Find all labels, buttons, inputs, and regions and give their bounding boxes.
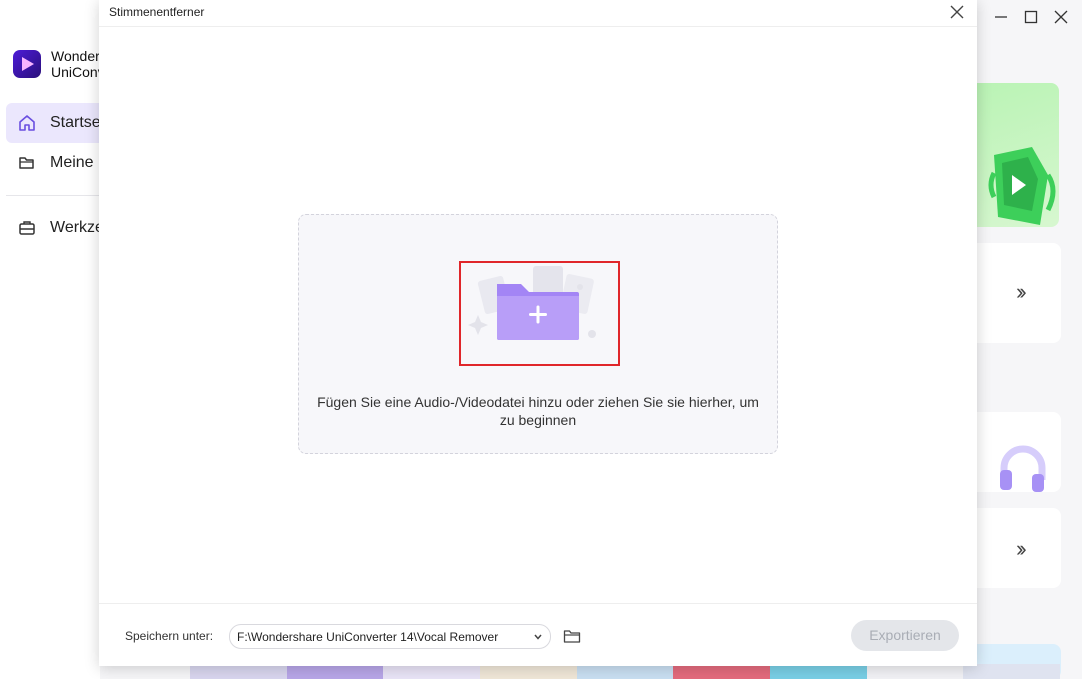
sidebar-item-label: Werkzeuge [50,219,100,236]
minimize-icon[interactable] [994,10,1008,24]
sidebar-item-label: Startseite [50,114,100,131]
sidebar-item-home[interactable]: Startseite [6,103,100,143]
home-icon [19,115,35,131]
vocal-remover-dialog: Stimmenentferner Fügen Sie eine Audio-/V… [99,0,977,666]
maximize-icon[interactable] [1024,10,1038,24]
sidebar-item-label: Meine Dateien [50,154,100,171]
sidebar-item-tools[interactable]: Werkzeuge [6,208,100,248]
dialog-footer: Speichern unter: F:\Wondershare UniConve… [99,603,977,666]
export-button[interactable]: Exportieren [851,620,959,651]
app-logo [13,50,41,78]
open-folder-icon[interactable] [563,628,581,644]
chevron-right-icon: ›› [1016,279,1026,304]
file-drop-zone[interactable]: Fügen Sie eine Audio-/Videodatei hinzu o… [298,214,778,454]
chevron-down-icon [534,634,542,640]
save-location-label: Speichern unter: [125,629,214,643]
sidebar-item-my-files[interactable]: Meine Dateien [6,143,100,183]
folder-open-icon [19,157,34,169]
highlight-box [459,261,620,366]
save-path-dropdown[interactable]: F:\Wondershare UniConverter 14\Vocal Rem… [229,624,551,649]
media-thumbnail-strip [190,664,1061,679]
dialog-header: Stimmenentferner [99,0,977,27]
feature-illustration [988,147,1056,225]
sidebar: Wondershare UniConverter Startseite Mein… [0,0,100,679]
close-window-icon[interactable] [1054,10,1068,24]
window-controls [994,10,1068,24]
save-path-value: F:\Wondershare UniConverter 14\Vocal Rem… [237,630,499,644]
drop-zone-instructions: Fügen Sie eine Audio-/Videodatei hinzu o… [317,394,759,428]
app-name: Wondershare UniConverter [51,48,100,80]
close-icon[interactable] [947,2,967,22]
chevron-right-icon: ›› [1016,536,1026,561]
headphones-icon [1000,445,1046,492]
sidebar-divider [6,195,100,196]
toolbox-icon [19,221,35,235]
dialog-title: Stimmenentferner [109,5,205,19]
